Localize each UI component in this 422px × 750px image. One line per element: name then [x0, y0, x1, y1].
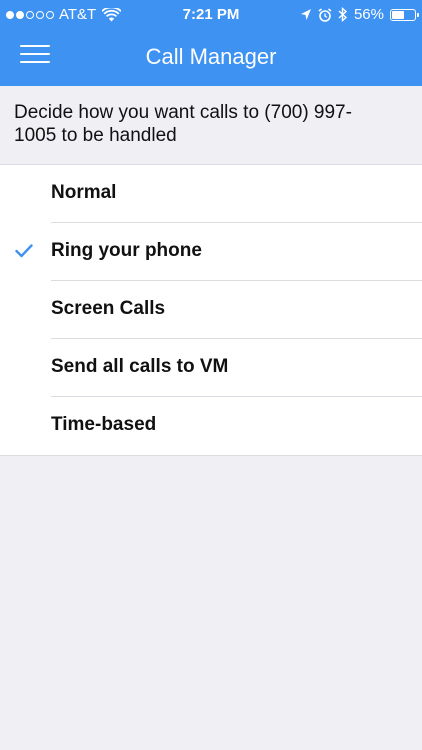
checkmark-icon: [15, 244, 33, 258]
option-label: Screen Calls: [51, 298, 166, 319]
option-label: Time-based: [51, 414, 157, 435]
page-title: Call Manager: [145, 44, 277, 69]
option-label: Normal: [51, 182, 117, 203]
battery-fill: [392, 10, 404, 19]
location-arrow-icon: [300, 9, 311, 20]
status-bar: AT&T 7:21 PM 56%: [0, 0, 422, 30]
battery-percent: 56%: [353, 6, 384, 23]
nav-bar: Call Manager: [0, 30, 422, 86]
app-header: AT&T 7:21 PM 56% Call Manager: [0, 0, 422, 86]
alarm-icon: [318, 7, 332, 22]
option-normal[interactable]: Normal: [0, 165, 422, 223]
battery-icon: [390, 8, 419, 21]
option-time-based[interactable]: Time-based: [0, 397, 422, 455]
status-right: 56%: [300, 6, 419, 23]
option-label: Ring your phone: [51, 240, 202, 261]
call-handling-options: Normal Ring your phone Screen Calls Send al…: [0, 164, 422, 456]
battery-tip: [417, 12, 419, 17]
option-send-all-calls-to-vm[interactable]: Send all calls to VM: [0, 339, 422, 397]
option-label: Send all calls to VM: [51, 356, 229, 377]
bluetooth-icon: [338, 7, 348, 22]
description-text: Decide how you want calls to (700) 997-1…: [14, 102, 352, 146]
option-ring-your-phone[interactable]: Ring your phone: [0, 223, 422, 281]
option-screen-calls[interactable]: Screen Calls: [0, 281, 422, 339]
